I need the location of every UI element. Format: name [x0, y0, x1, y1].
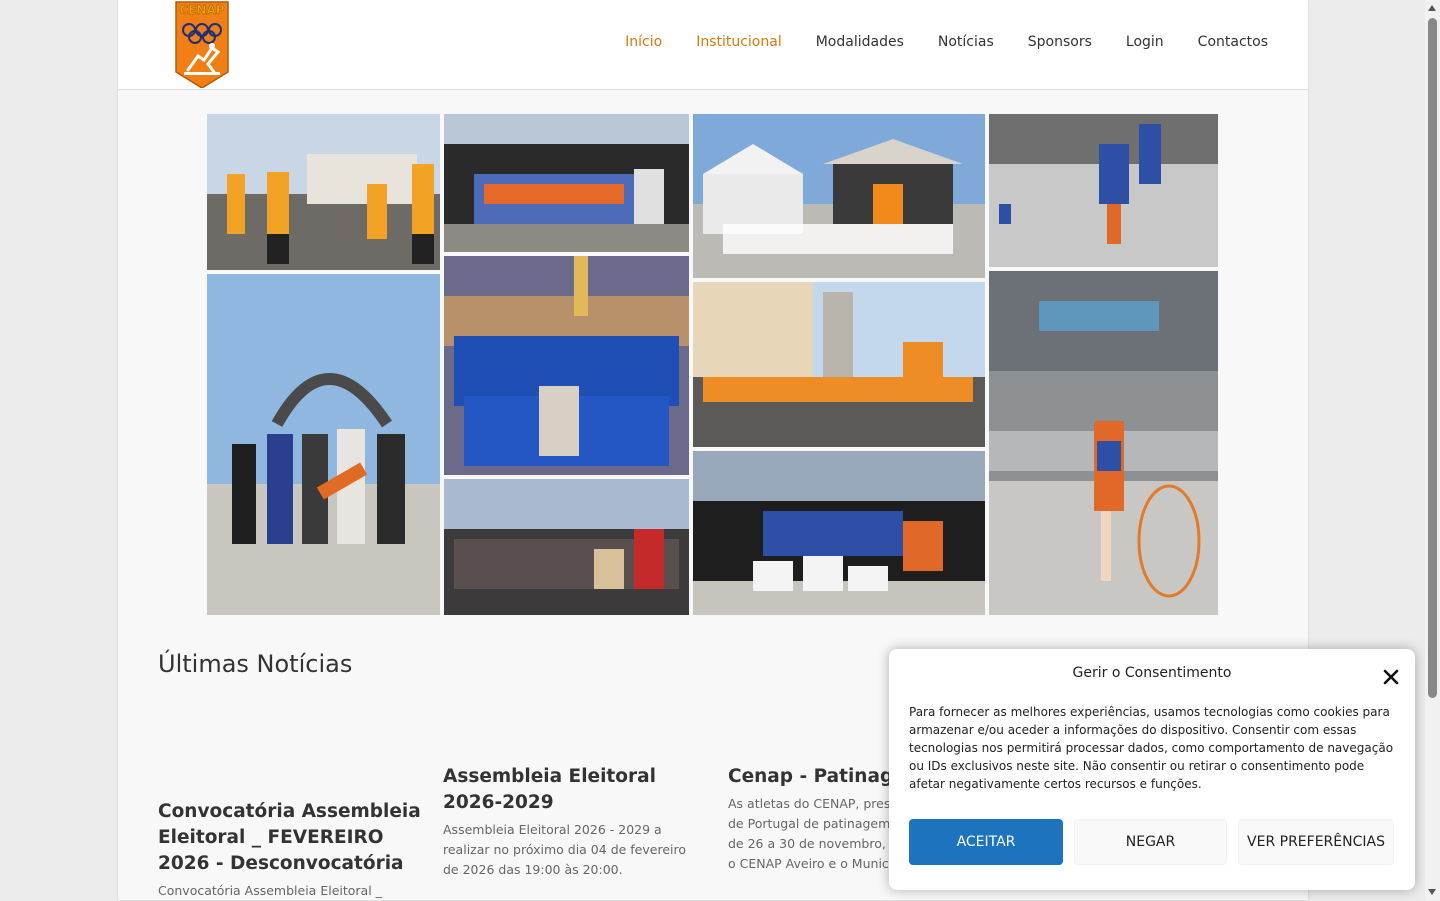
news-excerpt-line: de 26 a 30 de novembro, re	[728, 836, 903, 851]
event-tents-crowd-photo[interactable]	[693, 114, 985, 278]
news-title[interactable]: Convocatória Assembleia Eleitoral _ FEVE…	[158, 799, 428, 877]
officials-group-photo[interactable]	[207, 274, 440, 615]
main-nav: Início Institucional Modalidades Notícia…	[625, 34, 1268, 50]
news-excerpt: Convocatória Assembleia Eleitoral _	[158, 883, 382, 898]
consent-title: Gerir o Consentimento	[1072, 665, 1232, 681]
close-icon[interactable]	[1381, 667, 1401, 687]
accept-button[interactable]: ACEITAR	[909, 819, 1063, 865]
logo-lettering: CENAP	[179, 3, 224, 17]
nav-sponsors[interactable]: Sponsors	[1028, 34, 1092, 50]
news-excerpt-line: As atletas do CENAP, prese	[728, 796, 899, 811]
news-title[interactable]: Assembleia Eleitoral 2026-2029	[443, 764, 705, 816]
scroll-up-icon[interactable]	[1428, 5, 1436, 11]
news-card: Assembleia Eleitoral 2026-2029 Assemblei…	[443, 764, 705, 880]
preferences-button[interactable]: VER PREFERÊNCIAS	[1238, 819, 1394, 865]
scroll-down-icon[interactable]	[1428, 889, 1436, 895]
news-excerpt-line: de Portugal de patinagem a	[728, 816, 902, 831]
consent-text: Para fornecer as melhores experiências, …	[909, 705, 1394, 791]
cenap-logo[interactable]: CENAP	[174, 0, 230, 89]
news-excerpt: Assembleia Eleitoral 2026 - 2029 a reali…	[443, 822, 687, 877]
podium-ceremony-photo[interactable]	[693, 451, 985, 615]
nav-contactos[interactable]: Contactos	[1198, 34, 1268, 50]
consent-dialog: Gerir o Consentimento Para fornecer as m…	[889, 649, 1415, 890]
skatepark-group-photo[interactable]	[693, 282, 985, 447]
news-excerpt-line: o CENAP Aveiro e o Municí	[728, 856, 893, 871]
nav-institucional[interactable]: Institucional	[696, 34, 782, 50]
deny-button[interactable]: NEGAR	[1074, 819, 1227, 865]
news-card: Convocatória Assembleia Eleitoral _ FEVE…	[158, 799, 428, 901]
team-group-stage-photo[interactable]	[444, 114, 689, 252]
site-header: CENAP Início Institucional Modalidades N…	[118, 0, 1308, 90]
nav-login[interactable]: Login	[1126, 34, 1164, 50]
girls-orange-shirts-photo[interactable]	[207, 114, 440, 270]
rhythmic-skater-hoop-photo[interactable]	[989, 271, 1218, 615]
blue-tracksuit-team-photo[interactable]	[444, 256, 689, 475]
large-crowd-evening-photo[interactable]	[444, 479, 689, 615]
latest-news-title: Últimas Notícias	[158, 650, 353, 678]
page-scrollbar[interactable]	[1425, 0, 1440, 900]
nav-inicio[interactable]: Início	[625, 34, 662, 50]
nav-modalidades[interactable]: Modalidades	[816, 34, 904, 50]
scrollbar-thumb[interactable]	[1428, 18, 1437, 698]
roller-hockey-kids-photo[interactable]	[989, 114, 1218, 267]
nav-noticias[interactable]: Notícias	[938, 34, 994, 50]
